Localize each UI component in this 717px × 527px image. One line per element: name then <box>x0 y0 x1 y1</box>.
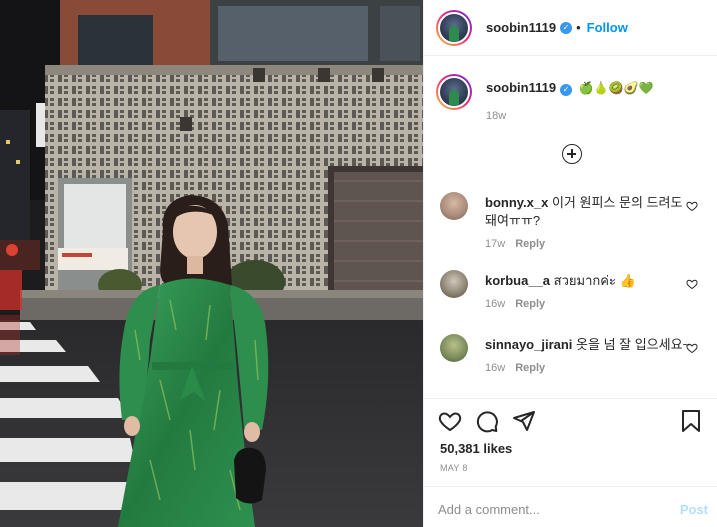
commenter-username[interactable]: sinnayo_jirani <box>485 337 572 352</box>
post-caption: soobin1119 ✓ 🍏🍐🥝🥑💚 18w <box>436 74 710 122</box>
comment-time[interactable]: 17w <box>485 238 505 250</box>
verified-icon: ✓ <box>560 21 573 34</box>
caption-time[interactable]: 18w <box>486 110 653 122</box>
commenter-username[interactable]: korbua__a <box>485 273 550 288</box>
post-photo[interactable] <box>0 0 423 527</box>
caption-avatar[interactable] <box>436 74 472 110</box>
caption-username[interactable]: soobin1119 <box>486 80 556 95</box>
reply-button[interactable]: Reply <box>515 298 545 310</box>
likes-count[interactable]: 50,381 likes <box>440 441 512 456</box>
author-avatar[interactable] <box>436 9 472 46</box>
comment-text: 옷을 넘 잘 입으세요~ <box>576 337 691 352</box>
reply-button[interactable]: Reply <box>515 362 545 374</box>
comment-time[interactable]: 16w <box>485 298 505 310</box>
share-icon[interactable] <box>512 409 536 433</box>
bookmark-icon[interactable] <box>680 409 702 433</box>
commenter-avatar[interactable] <box>440 270 468 298</box>
add-comment-bar: Add a comment... Post <box>424 486 717 527</box>
caption-avatar-image <box>438 76 470 108</box>
heart-icon[interactable] <box>686 200 698 212</box>
comment-time[interactable]: 16w <box>485 362 505 374</box>
caption-text: 🍏🍐🥝🥑💚 <box>578 81 654 95</box>
reply-button[interactable]: Reply <box>515 238 545 250</box>
separator-dot: • <box>576 20 581 35</box>
commenter-username[interactable]: bonny.x_x <box>485 195 548 210</box>
comment-icon[interactable] <box>475 409 499 433</box>
post-side-panel: soobin1119 ✓ • Follow soobin1119 ✓ 🍏🍐🥝🥑💚 … <box>423 0 717 527</box>
follow-button[interactable]: Follow <box>587 20 628 35</box>
author-username[interactable]: soobin1119 <box>486 20 556 35</box>
commenter-avatar[interactable] <box>440 192 468 220</box>
post-actions: 50,381 likes MAY 8 Add a comment... Post <box>424 398 717 527</box>
verified-icon: ✓ <box>560 84 573 96</box>
instagram-post: soobin1119 ✓ • Follow soobin1119 ✓ 🍏🍐🥝🥑💚 … <box>0 0 717 527</box>
post-header: soobin1119 ✓ • Follow <box>424 0 717 56</box>
load-more-comments-icon[interactable] <box>562 144 582 164</box>
comment-item: bonny.x_x 이거 원피스 문의 드려도 돼여ㅠㅠ? 17w Reply <box>440 192 710 250</box>
comment-item: sinnayo_jirani 옷을 넘 잘 입으세요~ 16w Reply <box>440 334 710 374</box>
post-date[interactable]: MAY 8 <box>440 463 468 473</box>
like-heart-icon[interactable] <box>438 409 462 433</box>
commenter-avatar[interactable] <box>440 334 468 362</box>
street-photo-illustration <box>0 0 423 527</box>
comment-item: korbua__a สวยมากค่ะ 👍 16w Reply <box>440 270 710 310</box>
heart-icon[interactable] <box>686 342 698 354</box>
post-button[interactable]: Post <box>680 502 708 517</box>
author-avatar-image <box>438 11 470 44</box>
heart-icon[interactable] <box>686 278 698 290</box>
comment-text: สวยมากค่ะ 👍 <box>553 273 636 288</box>
comment-input[interactable]: Add a comment... <box>438 502 540 517</box>
